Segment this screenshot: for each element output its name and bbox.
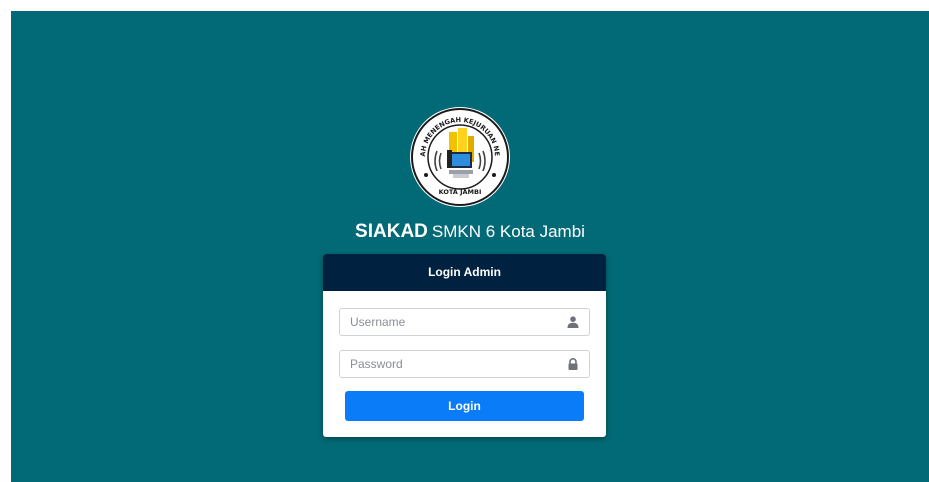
password-field (339, 350, 590, 378)
app-name: SIAKAD (355, 221, 428, 242)
password-input[interactable] (340, 351, 565, 377)
school-logo: SEKOLAH MENENGAH KEJURUAN NEGERI 6 KOTA … (409, 106, 510, 207)
login-button[interactable]: Login (345, 391, 584, 421)
user-icon (567, 316, 579, 328)
lock-icon (568, 358, 578, 370)
username-field (339, 308, 590, 336)
school-name: SMKN 6 Kota Jambi (431, 222, 585, 241)
login-card-title: Login Admin (323, 254, 606, 291)
svg-text:KOTA JAMBI: KOTA JAMBI (439, 188, 482, 196)
login-card: Login Admin Login (323, 254, 606, 437)
app-title: SIAKAD SMKN 6 Kota Jambi (11, 219, 929, 244)
username-input[interactable] (340, 309, 565, 335)
page-background: SEKOLAH MENENGAH KEJURUAN NEGERI 6 KOTA … (11, 11, 929, 482)
